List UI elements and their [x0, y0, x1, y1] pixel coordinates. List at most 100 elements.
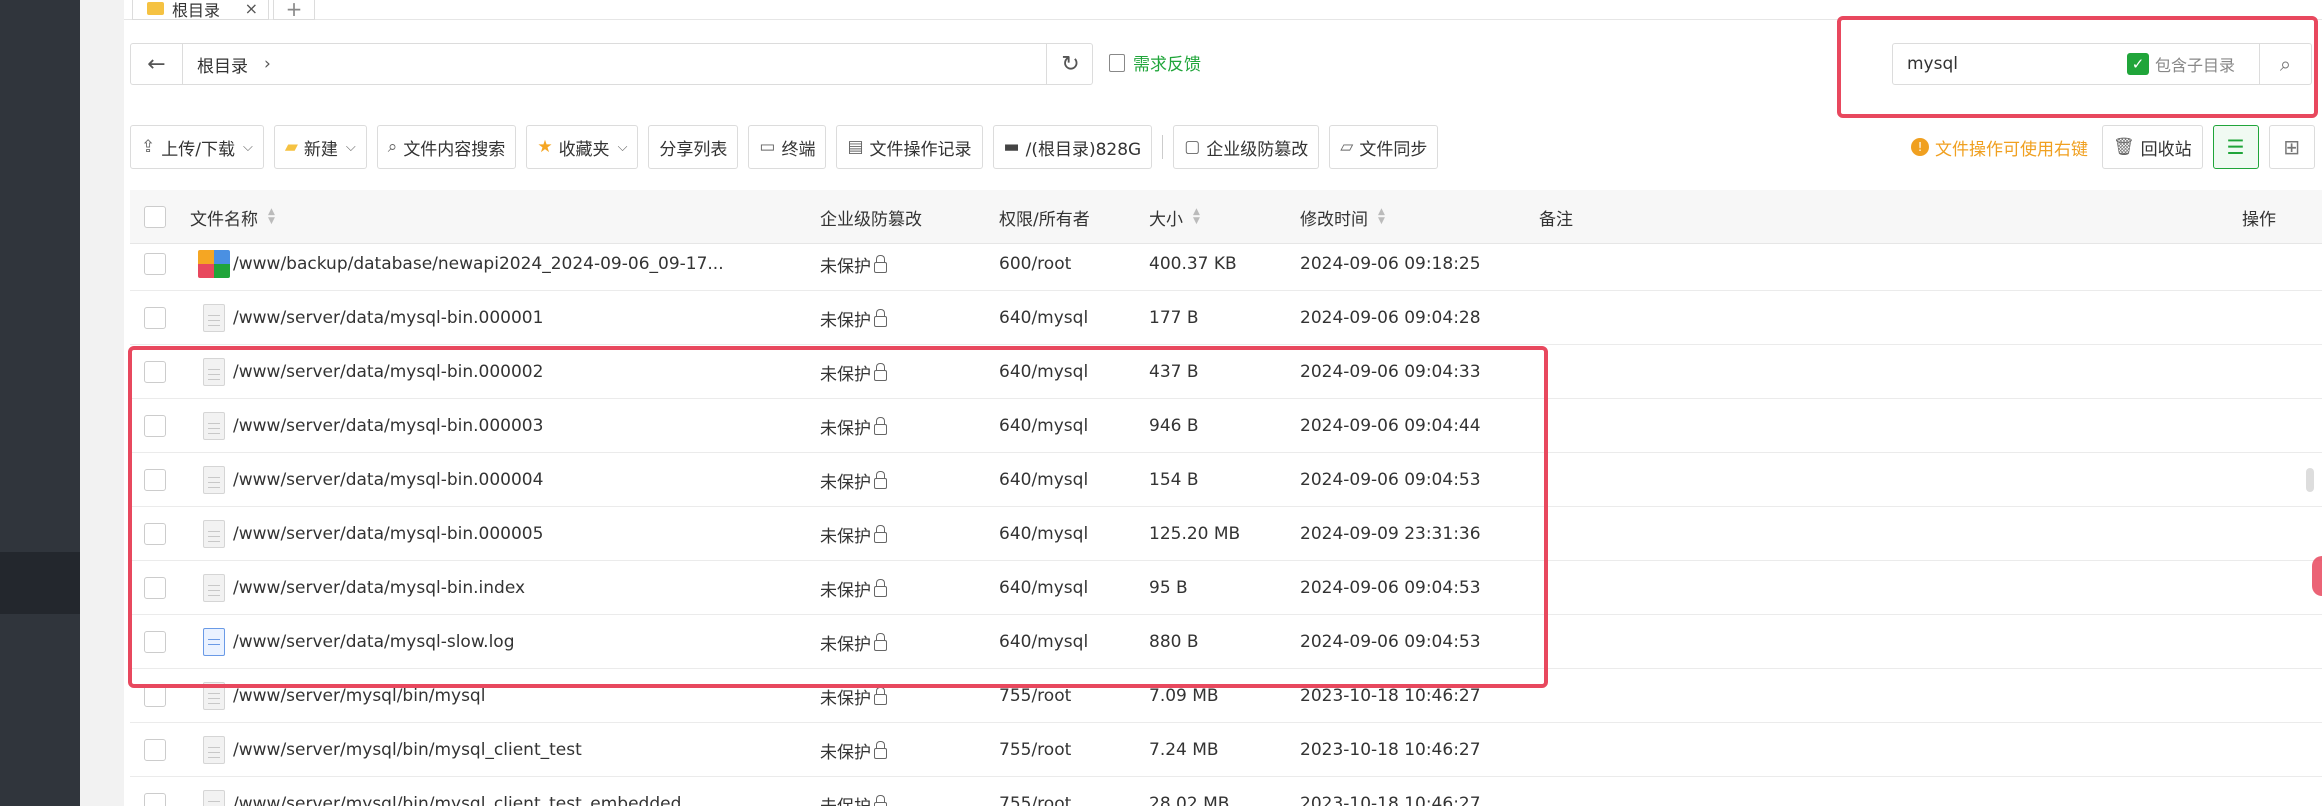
add-tab-button[interactable]: + [273, 0, 315, 21]
column-name[interactable]: 文件名称 ▲ ▼ [190, 190, 275, 244]
column-size[interactable]: 大小 ▲ ▼ [1149, 190, 1200, 244]
file-name[interactable]: /www/server/data/mysql-bin.000001 [233, 291, 543, 345]
sort-icon[interactable]: ▲ ▼ [1193, 208, 1200, 226]
file-perm[interactable]: 640/mysql [999, 453, 1088, 507]
file-name[interactable]: /www/server/data/mysql-bin.000005 [233, 507, 543, 561]
file-name[interactable]: /www/server/data/mysql-slow.log [233, 615, 515, 669]
share-list-button[interactable]: 分享列表 [648, 125, 739, 169]
select-all-checkbox[interactable] [144, 190, 166, 244]
file-perm[interactable]: 640/mysql [999, 399, 1088, 453]
table-row[interactable]: /www/server/data/mysql-slow.log 未保护 640/my… [130, 615, 2322, 669]
breadcrumb-root[interactable]: 根目录 [197, 52, 248, 77]
checkbox[interactable] [144, 253, 166, 275]
table-row[interactable]: /www/server/mysql/bin/mysql_client_test 未… [130, 723, 2322, 777]
edge-floating-button[interactable] [2312, 556, 2322, 596]
close-icon[interactable]: × [245, 0, 258, 18]
file-name[interactable]: /www/server/data/mysql-bin.000002 [233, 345, 543, 399]
op-log-button[interactable]: ▤ 文件操作记录 [836, 125, 983, 169]
row-checkbox-cell[interactable] [144, 237, 166, 291]
row-checkbox-cell[interactable] [144, 291, 166, 345]
tamper-protect-button[interactable]: ▢ 企业级防篡改 [1173, 125, 1320, 169]
file-perm[interactable]: 640/mysql [999, 291, 1088, 345]
checkbox[interactable] [144, 307, 166, 329]
upload-download-button[interactable]: ⇪ 上传/下载 ⌵ [130, 125, 264, 169]
include-subdir-checkbox[interactable]: ✓ 包含子目录 [2127, 52, 2235, 76]
row-checkbox-cell[interactable] [144, 561, 166, 615]
table-row[interactable]: /www/server/data/mysql-bin.000001 未保护 640/… [130, 291, 2322, 345]
checkbox[interactable] [144, 361, 166, 383]
content-search-button[interactable]: ⌕ 文件内容搜索 [376, 125, 517, 169]
file-name[interactable]: /www/server/data/mysql-bin.000004 [233, 453, 543, 507]
file-name[interactable]: /www/server/mysql/bin/mysql_client_test_… [233, 777, 681, 806]
table-row[interactable]: /www/server/data/mysql-bin.000003 未保护 640/… [130, 399, 2322, 453]
list-view-button[interactable]: ☰ [2212, 125, 2259, 169]
checkbox[interactable] [144, 631, 166, 653]
file-name[interactable]: /www/server/mysql/bin/mysql_client_test [233, 723, 582, 777]
checkbox[interactable] [144, 739, 166, 761]
file-perm[interactable]: 755/root [999, 723, 1071, 777]
sidebar-active-item[interactable] [0, 552, 80, 614]
table-row[interactable]: /www/server/data/mysql-bin.000005 未保护 640/… [130, 507, 2322, 561]
back-button[interactable]: ← [131, 44, 183, 84]
row-checkbox-cell[interactable] [144, 453, 166, 507]
table-row[interactable]: /www/server/mysql/bin/mysql 未保护 755/root 7.… [130, 669, 2322, 723]
row-checkbox-cell[interactable] [144, 777, 166, 806]
file-perm[interactable]: 640/mysql [999, 345, 1088, 399]
sort-icon[interactable]: ▲ ▼ [1378, 208, 1385, 226]
new-button[interactable]: ▰ 新建 ⌵ [273, 125, 367, 169]
file-name[interactable]: /www/server/data/mysql-bin.index [233, 561, 525, 615]
path-bar[interactable]: ← 根目录 › ↻ [130, 43, 1093, 85]
checkbox[interactable] [144, 685, 166, 707]
tamper-status[interactable]: 未保护 [820, 345, 887, 399]
breadcrumb[interactable]: 根目录 › [183, 52, 271, 77]
file-perm[interactable]: 600/root [999, 237, 1071, 291]
row-checkbox-cell[interactable] [144, 507, 166, 561]
table-row[interactable]: /www/server/data/mysql-bin.index 未保护 640/m… [130, 561, 2322, 615]
table-row[interactable]: /www/server/data/mysql-bin.000004 未保护 640/… [130, 453, 2322, 507]
row-checkbox-cell[interactable] [144, 615, 166, 669]
recycle-bin-button[interactable]: 🗑 回收站 [2102, 125, 2203, 169]
table-row[interactable]: /www/backup/database/newapi2024_2024-09-… [130, 237, 2322, 291]
row-checkbox-cell[interactable] [144, 345, 166, 399]
terminal-button[interactable]: ▭ 终端 [748, 125, 827, 169]
refresh-button[interactable]: ↻ [1046, 44, 1094, 84]
checkbox[interactable] [144, 415, 166, 437]
file-name[interactable]: /www/server/data/mysql-bin.000003 [233, 399, 543, 453]
tamper-status[interactable]: 未保护 [820, 561, 887, 615]
table-row[interactable]: /www/server/mysql/bin/mysql_client_test_… [130, 777, 2322, 806]
file-perm[interactable]: 755/root [999, 777, 1071, 806]
row-checkbox-cell[interactable] [144, 723, 166, 777]
disk-button[interactable]: ▬/(根目录)828G [992, 125, 1153, 169]
tamper-status[interactable]: 未保护 [820, 399, 887, 453]
file-name[interactable]: /www/server/mysql/bin/mysql [233, 669, 485, 723]
file-sync-button[interactable]: ▱ 文件同步 [1329, 125, 1439, 169]
file-perm[interactable]: 640/mysql [999, 561, 1088, 615]
checkbox[interactable] [144, 206, 166, 228]
table-row[interactable]: /www/server/data/mysql-bin.000002 未保护 640/… [130, 345, 2322, 399]
tamper-status[interactable]: 未保护 [820, 615, 887, 669]
tamper-status[interactable]: 未保护 [820, 507, 887, 561]
checkbox[interactable] [144, 793, 166, 806]
grid-view-button[interactable]: ⊞ [2268, 125, 2315, 169]
file-perm[interactable]: 755/root [999, 669, 1071, 723]
file-perm[interactable]: 640/mysql [999, 615, 1088, 669]
sort-icon[interactable]: ▲ ▼ [268, 208, 275, 226]
tamper-status[interactable]: 未保护 [820, 723, 887, 777]
tamper-status[interactable]: 未保护 [820, 669, 887, 723]
search-input[interactable]: mysql [1893, 54, 2123, 74]
checkbox[interactable] [144, 577, 166, 599]
file-perm[interactable]: 640/mysql [999, 507, 1088, 561]
scrollbar-thumb[interactable] [2306, 468, 2314, 492]
feedback-link[interactable]: 需求反馈 [1109, 50, 1201, 75]
file-name[interactable]: /www/backup/database/newapi2024_2024-09-… [233, 237, 724, 291]
checkbox[interactable] [144, 469, 166, 491]
search-button[interactable]: ⌕ [2259, 44, 2311, 84]
row-checkbox-cell[interactable] [144, 399, 166, 453]
favorites-button[interactable]: ★ 收藏夹 ⌵ [526, 125, 639, 169]
row-checkbox-cell[interactable] [144, 669, 166, 723]
tamper-status[interactable]: 未保护 [820, 291, 887, 345]
tab-root[interactable]: 根目录 × [132, 0, 269, 20]
tamper-status[interactable]: 未保护 [820, 777, 887, 806]
tamper-status[interactable]: 未保护 [820, 453, 887, 507]
checkbox[interactable] [144, 523, 166, 545]
